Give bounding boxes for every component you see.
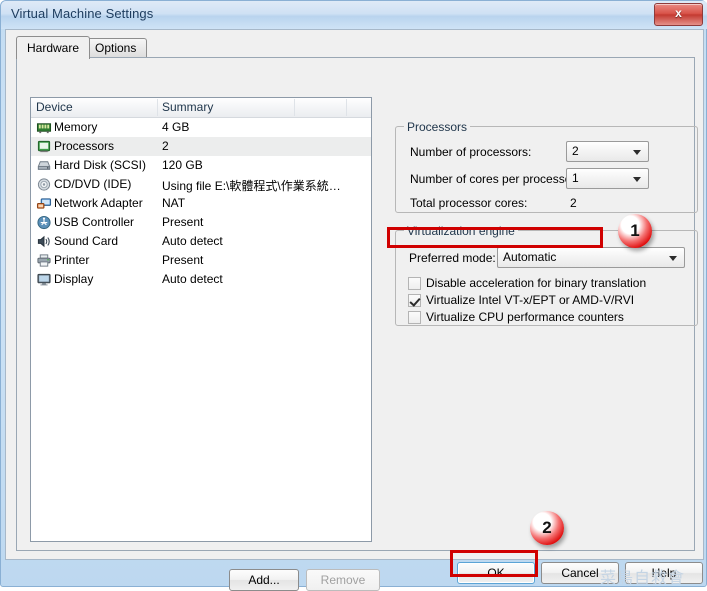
device-summary: 120 GB xyxy=(162,158,203,172)
tab-options[interactable]: Options xyxy=(84,38,148,58)
preferred-mode-value: Automatic xyxy=(503,250,557,264)
sound-card-icon xyxy=(36,234,52,249)
device-summary: Present xyxy=(162,215,204,229)
device-row-sound-card[interactable]: Sound Card Auto detect xyxy=(31,232,371,251)
chevron-down-icon xyxy=(633,150,641,155)
close-button[interactable]: x xyxy=(654,3,703,26)
device-name: Sound Card xyxy=(54,234,119,248)
cddvd-icon xyxy=(36,177,52,192)
number-of-processors-label: Number of processors: xyxy=(410,145,532,159)
device-summary: NAT xyxy=(162,196,186,210)
cores-per-processor-label: Number of cores per processor: xyxy=(410,172,579,186)
device-name: Display xyxy=(54,272,94,286)
cancel-button[interactable]: Cancel xyxy=(541,562,619,584)
virtualize-cpu-counters-label: Virtualize CPU performance counters xyxy=(426,310,624,324)
tab-hardware[interactable]: Hardware xyxy=(16,36,91,59)
device-summary: Auto detect xyxy=(162,272,223,286)
device-row-hard-disk-scsi[interactable]: Hard Disk (SCSI) 120 GB xyxy=(31,156,371,175)
device-list-body: Memory 4 GB Processors 2 Hard Disk (SCSI) 120… xyxy=(31,118,371,289)
processors-group: Processors Number of processors: 2 Numbe… xyxy=(395,120,698,213)
cores-per-processor-value: 1 xyxy=(572,171,579,185)
device-row-printer[interactable]: Printer Present xyxy=(31,251,371,270)
column-divider xyxy=(346,99,347,116)
preferred-mode-select[interactable]: Automatic xyxy=(497,247,685,268)
chevron-down-icon xyxy=(669,256,677,261)
processor-icon xyxy=(36,139,52,154)
tab-strip: Hardware Options xyxy=(16,36,695,59)
virtualize-cpu-counters-checkbox[interactable] xyxy=(408,311,421,324)
ok-button[interactable]: OK xyxy=(457,562,535,584)
device-name: Hard Disk (SCSI) xyxy=(54,158,147,172)
disable-acceleration-checkbox[interactable] xyxy=(408,277,421,290)
virtualize-vtx-label: Virtualize Intel VT-x/EPT or AMD-V/RVI xyxy=(426,293,635,307)
column-header-summary[interactable]: Summary xyxy=(162,100,213,114)
device-name: Printer xyxy=(54,253,90,267)
device-name: Network Adapter xyxy=(54,196,143,210)
device-name: USB Controller xyxy=(54,215,135,229)
device-name: Memory xyxy=(54,120,98,134)
column-divider xyxy=(157,99,158,116)
total-processor-cores-value: 2 xyxy=(570,196,577,210)
title-bar[interactable]: Virtual Machine Settings x xyxy=(1,1,707,29)
hardware-tab-panel: Device Summary Memory 4 GB Processors 2 Hard… xyxy=(16,57,698,591)
display-icon xyxy=(36,272,52,287)
dialog-button-bar: OK Cancel Help xyxy=(5,560,704,584)
device-row-usb-controller[interactable]: USB Controller Present xyxy=(31,213,371,232)
device-summary: 4 GB xyxy=(162,120,190,134)
device-summary: Auto detect xyxy=(162,234,223,248)
harddisk-icon xyxy=(36,158,52,173)
disable-acceleration-label: Disable acceleration for binary translat… xyxy=(426,276,647,290)
memory-icon xyxy=(36,120,52,135)
dialog-client-area: Hardware Options Device Summary Memory 4 … xyxy=(5,29,704,591)
window-title: Virtual Machine Settings xyxy=(11,6,154,21)
device-list[interactable]: Device Summary Memory 4 GB Processors 2 Hard… xyxy=(30,97,372,542)
device-list-header: Device Summary xyxy=(31,98,371,118)
device-summary: Present xyxy=(162,253,204,267)
column-header-device[interactable]: Device xyxy=(36,100,73,114)
virtualize-vtx-checkbox[interactable] xyxy=(408,294,421,307)
device-row-display[interactable]: Display Auto detect xyxy=(31,270,371,289)
printer-icon xyxy=(36,253,52,268)
cores-per-processor-select[interactable]: 1 xyxy=(566,168,649,189)
network-adapter-icon xyxy=(36,196,52,211)
virtualization-group-title: Virtualization engine xyxy=(404,224,518,238)
device-name: CD/DVD (IDE) xyxy=(54,177,132,191)
device-summary: 2 xyxy=(162,139,169,153)
close-icon: x xyxy=(675,6,682,20)
total-processor-cores-label: Total processor cores: xyxy=(410,196,528,210)
device-row-cd-dvd-ide[interactable]: CD/DVD (IDE) Using file E:\軟體程式\作業系統… xyxy=(31,175,371,194)
usb-icon xyxy=(36,215,52,230)
processors-group-title: Processors xyxy=(404,120,471,134)
number-of-processors-select[interactable]: 2 xyxy=(566,141,649,162)
device-name: Processors xyxy=(54,139,115,153)
device-row-network-adapter[interactable]: Network Adapter NAT xyxy=(31,194,371,213)
device-row-processors[interactable]: Processors 2 xyxy=(31,137,371,156)
help-button[interactable]: Help xyxy=(625,562,703,584)
number-of-processors-value: 2 xyxy=(572,144,579,158)
column-divider xyxy=(294,99,295,116)
device-summary: Using file E:\軟體程式\作業系統… xyxy=(162,179,341,193)
chevron-down-icon xyxy=(633,177,641,182)
preferred-mode-label: Preferred mode: xyxy=(409,251,496,265)
device-row-memory[interactable]: Memory 4 GB xyxy=(31,118,371,137)
virtualization-engine-group: Virtualization engine Preferred mode: Au… xyxy=(395,224,698,326)
virtual-machine-settings-window: Virtual Machine Settings x Hardware Opti… xyxy=(0,0,707,591)
